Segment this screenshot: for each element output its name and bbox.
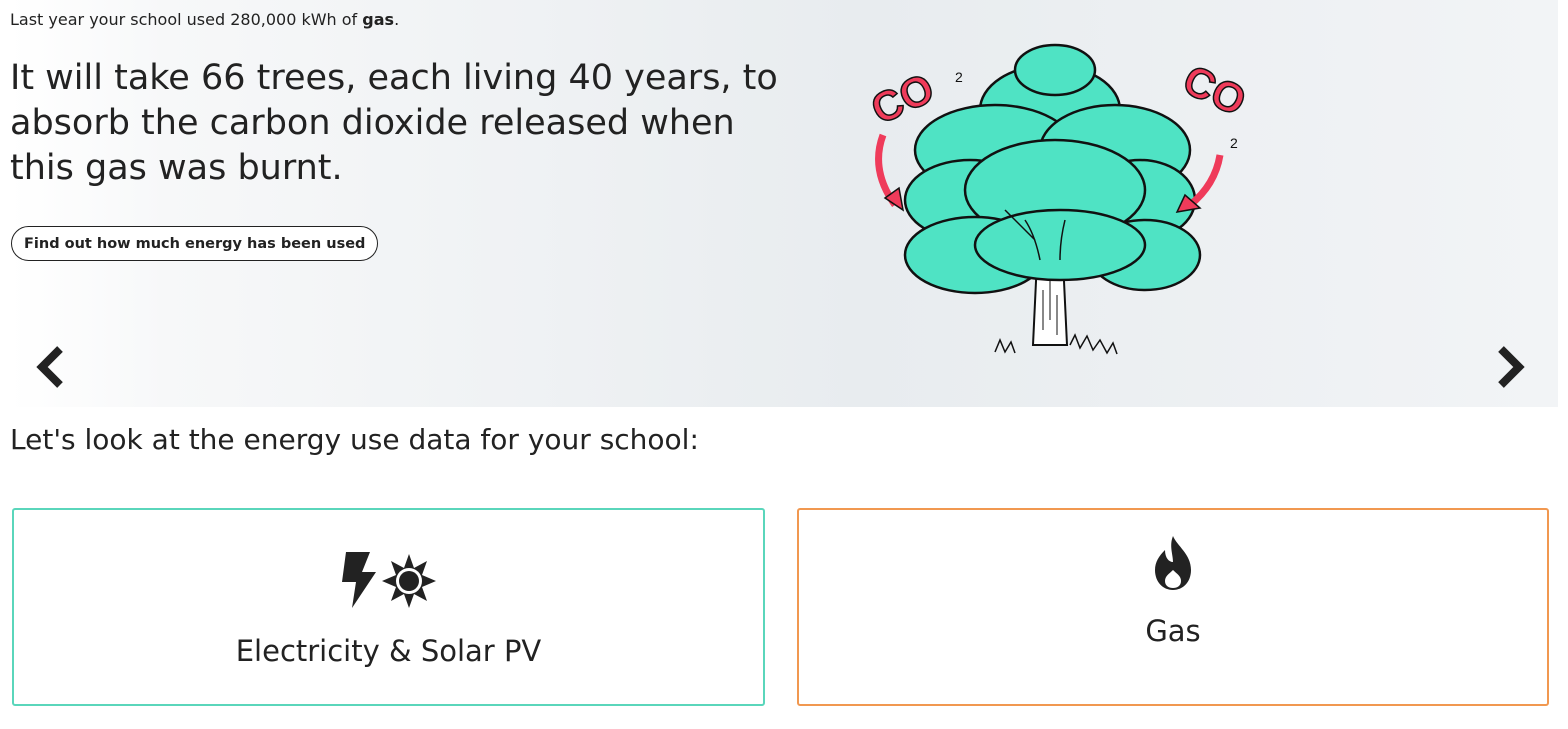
intro-text: Last year your school used 280,000 kWh o…	[10, 10, 399, 29]
carousel-prev-icon[interactable]	[30, 345, 70, 389]
sun-icon	[382, 554, 436, 608]
section-title: Let's look at the energy use data for yo…	[10, 423, 699, 456]
intro-suffix: .	[394, 10, 400, 29]
co2-label-right: CO	[1176, 56, 1253, 125]
electricity-solar-label: Electricity & Solar PV	[235, 634, 542, 668]
co2-sub-right: 2	[1230, 135, 1238, 151]
bolt-icon	[342, 552, 376, 608]
tree-illustration: CO 2 CO 2	[863, 43, 1254, 355]
intro-prefix: Last year your school used 280,000 kWh o…	[10, 10, 363, 29]
headline: It will take 66 trees, each living 40 ye…	[10, 58, 778, 188]
gas-label: Gas	[1145, 614, 1201, 648]
carousel-next-icon[interactable]	[1491, 345, 1531, 389]
flame-icon	[1155, 536, 1191, 590]
co2-sub-left: 2	[955, 69, 963, 85]
find-out-button[interactable]: Find out how much energy has been used	[11, 226, 379, 261]
intro-fuel: gas	[362, 10, 395, 29]
co2-arrow-left	[875, 133, 905, 212]
tree-foliage	[903, 43, 1202, 295]
electricity-solar-card[interactable]: Electricity & Solar PV	[12, 508, 765, 706]
gas-card[interactable]: Gas	[797, 508, 1549, 706]
